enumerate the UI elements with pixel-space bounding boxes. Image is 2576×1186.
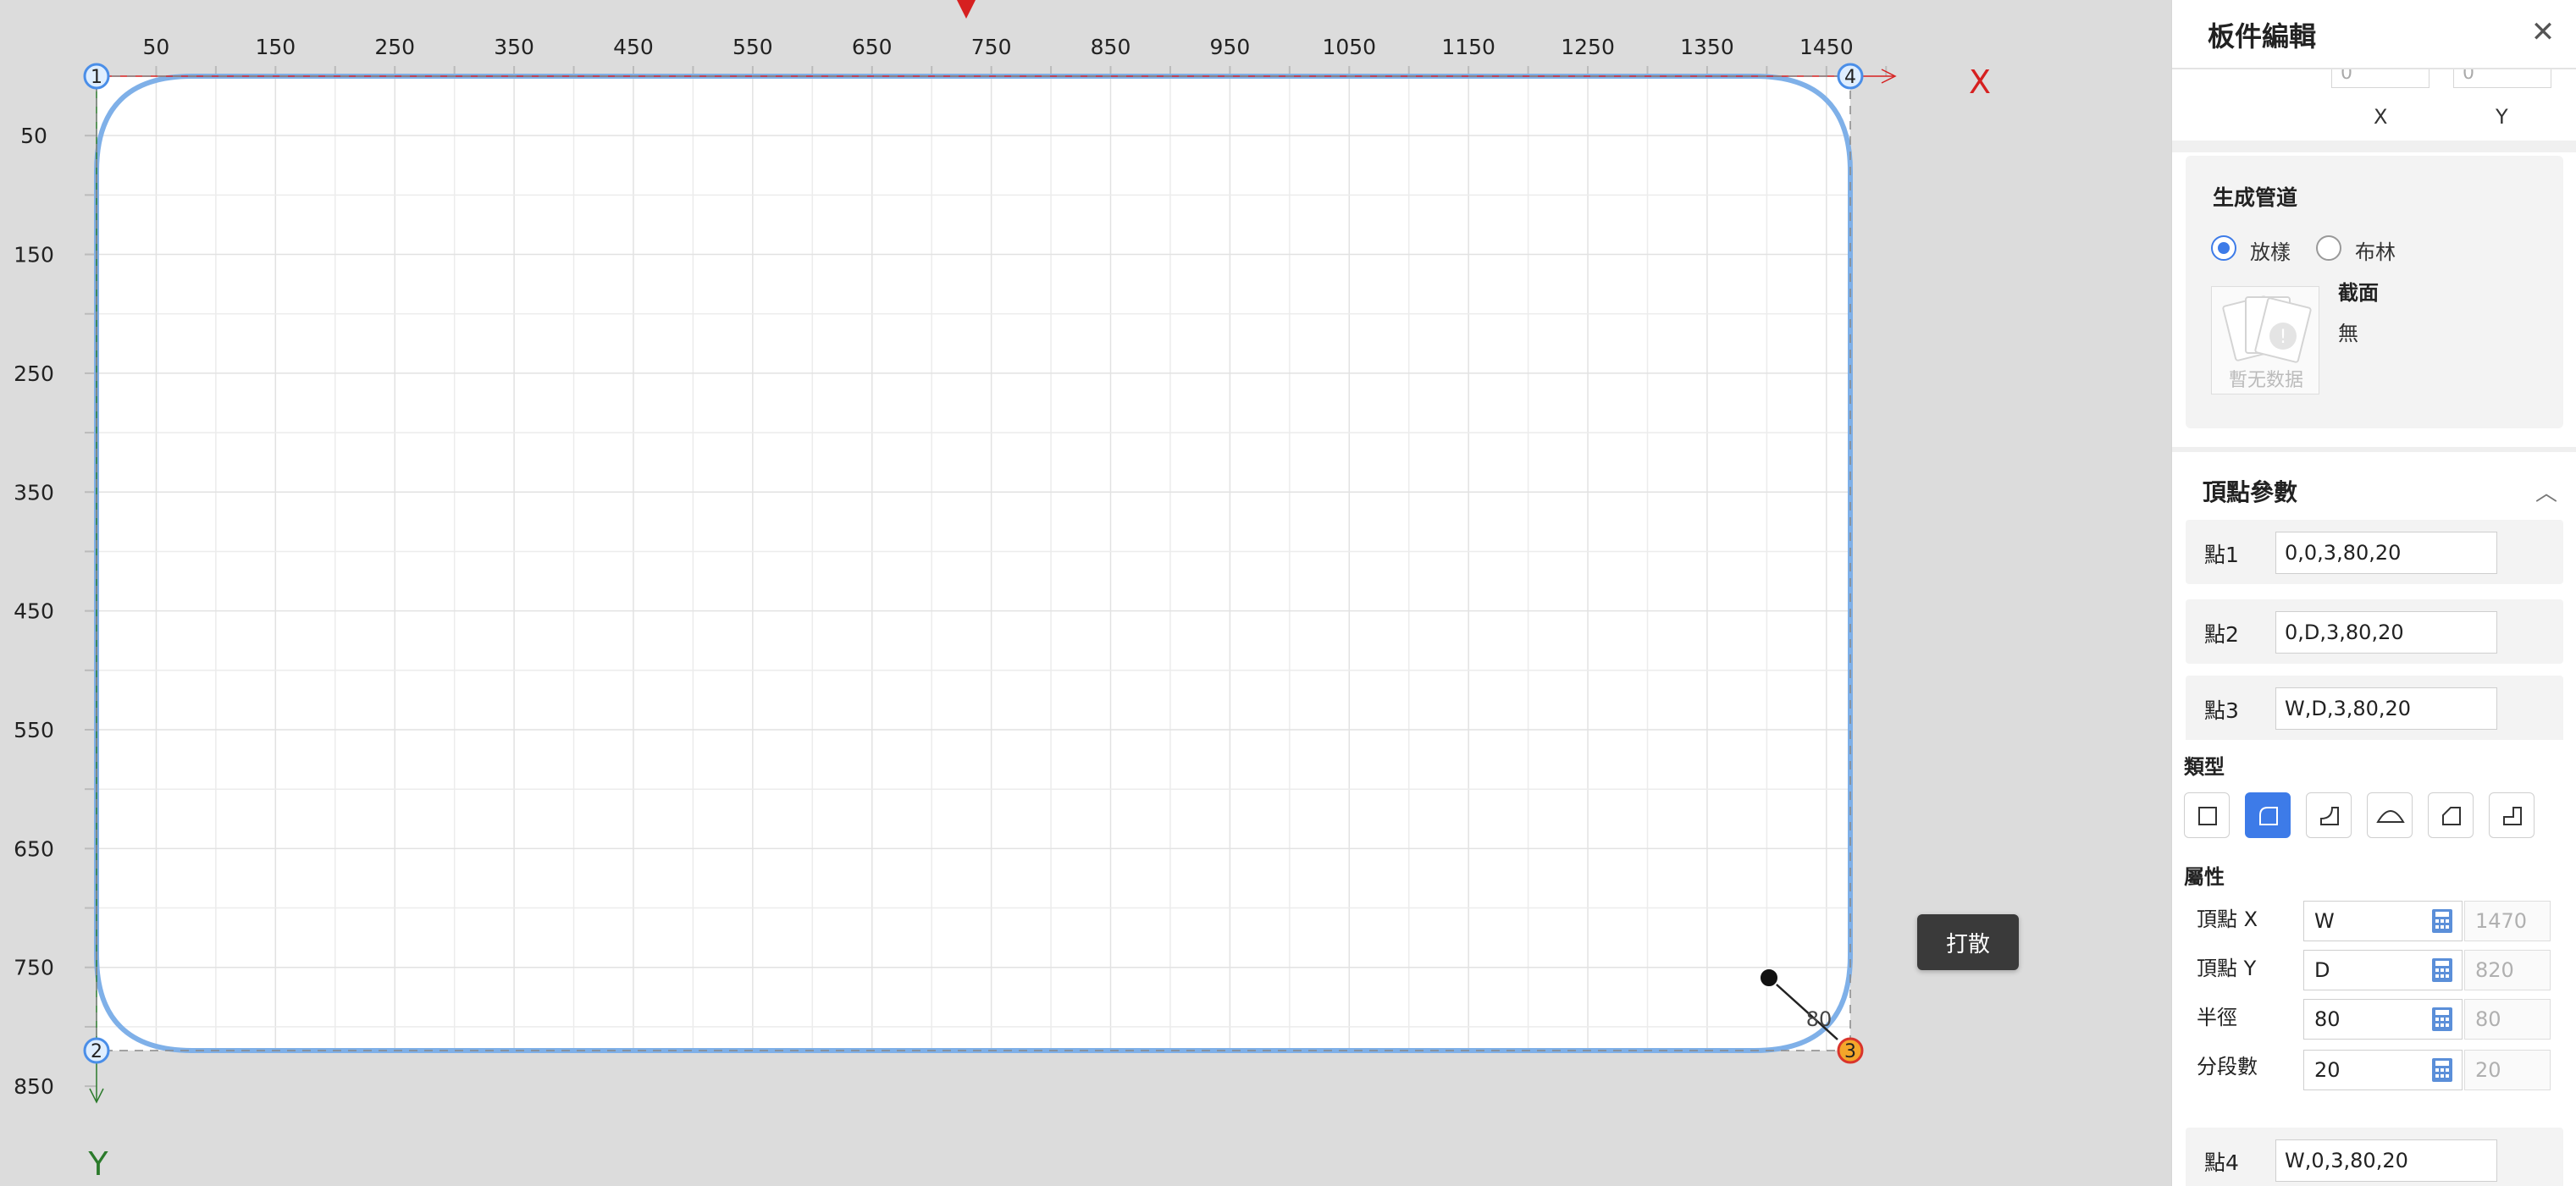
- attribute-heading: 屬性: [2184, 865, 2225, 889]
- point-row-1[interactable]: 點1 0,0,3,80,20: [2186, 520, 2563, 584]
- y-axis-label: Y: [87, 1145, 108, 1183]
- center-marker-icon: [957, 0, 976, 19]
- calculator-icon[interactable]: [2430, 957, 2454, 983]
- vertex-params-heading: 頂點參數: [2203, 478, 2298, 506]
- divider: [2172, 447, 2576, 452]
- vertex-y-result: 820: [2464, 950, 2551, 990]
- radio-loft-label[interactable]: 放樣: [2250, 235, 2291, 265]
- point-2-input[interactable]: 0,D,3,80,20: [2275, 611, 2497, 654]
- x-tick-label: 350: [494, 35, 534, 59]
- y-tick-label: 550: [14, 718, 54, 742]
- vertex-2[interactable]: 2: [83, 1037, 110, 1064]
- y-tick-label: 450: [14, 599, 54, 624]
- point-label: 點2: [2204, 622, 2239, 647]
- chevron-up-icon[interactable]: ︿: [2535, 476, 2557, 507]
- calculator-icon[interactable]: [2430, 1057, 2454, 1083]
- x-tick-label: 1150: [1441, 35, 1495, 59]
- y-tick-label: 150: [14, 243, 54, 268]
- section-label: 截面: [2338, 281, 2379, 305]
- vertex-number: 2: [91, 1041, 102, 1062]
- radio-loft[interactable]: [2211, 235, 2236, 261]
- panel-header: 板件編輯 ✕: [2172, 0, 2576, 69]
- attr-label-segments: 分段數: [2197, 1055, 2258, 1078]
- x-tick-label: 50: [143, 35, 170, 59]
- grid: [97, 76, 1850, 1051]
- y-tick-label: 750: [14, 956, 54, 980]
- point-1-input[interactable]: 0,0,3,80,20: [2275, 532, 2497, 574]
- vertex-number: 1: [91, 67, 102, 88]
- calculator-icon[interactable]: [2430, 908, 2454, 934]
- drawing-canvas[interactable]: 50 150 250 350 450 550 650 750 850 950 1050 1150 125…: [0, 0, 2171, 1186]
- point-row-4[interactable]: 點4 W,0,3,80,20: [2186, 1128, 2563, 1186]
- x-tick-label: 1350: [1680, 35, 1734, 59]
- attr-label-vertex-x: 頂點 X: [2197, 907, 2258, 931]
- bevel-corner-icon[interactable]: [2428, 792, 2474, 838]
- x-tick-label: 1050: [1322, 35, 1376, 59]
- radius-label: 80: [1806, 1007, 1832, 1031]
- point-row-2[interactable]: 點2 0,D,3,80,20: [2186, 599, 2563, 664]
- y-tick-label: 350: [14, 480, 54, 505]
- segments-result: 20: [2464, 1050, 2551, 1090]
- round-corner-icon[interactable]: [2245, 792, 2291, 838]
- x-tick-label: 150: [255, 35, 296, 59]
- section-value: 無: [2338, 322, 2358, 345]
- section-thumbnail[interactable]: ! 暫无数据: [2211, 286, 2319, 394]
- radius-result: 80: [2464, 999, 2551, 1040]
- semicircle-icon[interactable]: [2367, 792, 2413, 838]
- radio-boolean-label[interactable]: 布林: [2355, 235, 2396, 265]
- panel-title: 板件編輯: [2208, 20, 2317, 52]
- x-tick-label: 850: [1091, 35, 1131, 59]
- divider: [2172, 141, 2576, 152]
- x-tick-label: 450: [613, 35, 654, 59]
- y-tick-label: 50: [20, 124, 47, 148]
- vertex-x-result: 1470: [2464, 901, 2551, 941]
- point-label: 點4: [2204, 1150, 2239, 1175]
- scatter-button[interactable]: 打散: [1917, 914, 2019, 970]
- y-tick-label: 850: [14, 1074, 54, 1099]
- offset-y-label: Y: [2496, 105, 2508, 129]
- drawing-svg[interactable]: 50 150 250 350 450 550 650 750 850 950 1050 1150 125…: [0, 0, 2171, 1186]
- chamfer-corner-icon[interactable]: [2306, 792, 2352, 838]
- x-tick-label: 750: [971, 35, 1012, 59]
- radio-boolean[interactable]: [2316, 235, 2341, 261]
- y-tick-label: 650: [14, 836, 54, 861]
- offset-x-label: X: [2374, 105, 2388, 129]
- x-tick-label: 250: [374, 35, 415, 59]
- step-corner-icon[interactable]: [2489, 792, 2535, 838]
- vertex-1[interactable]: 1: [83, 63, 110, 90]
- svg-text:!: !: [2280, 327, 2287, 348]
- x-tick-label: 1250: [1561, 35, 1615, 59]
- x-tick-label: 550: [732, 35, 773, 59]
- calculator-icon[interactable]: [2430, 1007, 2454, 1032]
- x-tick-label: 650: [852, 35, 893, 59]
- vertex-number: 3: [1844, 1041, 1856, 1062]
- point-label: 點1: [2204, 543, 2239, 567]
- point-3-input[interactable]: W,D,3,80,20: [2275, 687, 2497, 730]
- type-heading: 類型: [2184, 755, 2225, 779]
- attr-label-radius: 半徑: [2197, 1006, 2237, 1029]
- radius-center-icon: [1759, 968, 1779, 988]
- point-label: 點3: [2204, 698, 2239, 723]
- vertex-3[interactable]: 3: [1837, 1037, 1864, 1064]
- point-4-input[interactable]: W,0,3,80,20: [2275, 1139, 2497, 1182]
- no-data-text: 暫无数据: [2228, 370, 2303, 391]
- vertex-4[interactable]: 4: [1837, 63, 1864, 90]
- y-tick-label: 250: [14, 361, 54, 386]
- attr-label-vertex-y: 頂點 Y: [2197, 957, 2257, 980]
- vertex-number: 4: [1844, 67, 1856, 88]
- square-corner-icon[interactable]: [2184, 792, 2230, 838]
- x-tick-label: 1450: [1799, 35, 1854, 59]
- close-icon[interactable]: ✕: [2526, 15, 2560, 49]
- pipeline-title: 生成管道: [2213, 185, 2298, 210]
- x-axis-label: X: [1969, 63, 1991, 101]
- x-tick-label: 950: [1210, 35, 1251, 59]
- pipeline-card: 生成管道 放樣 布林 ! 暫无数据 截面 無: [2186, 156, 2563, 428]
